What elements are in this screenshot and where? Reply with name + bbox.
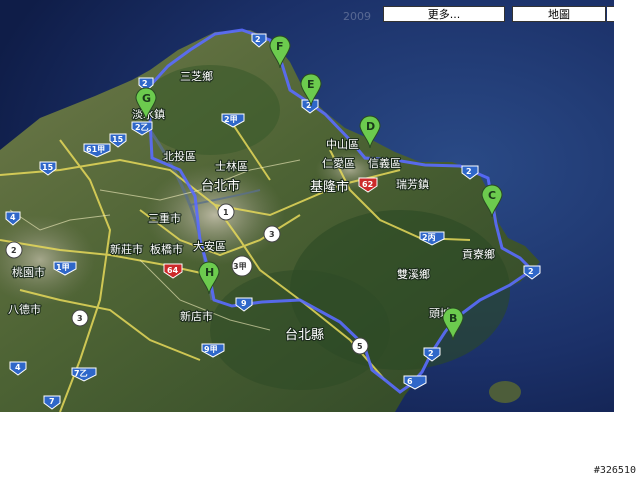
place-label: 中山區 [326,138,359,151]
svg-text:E: E [307,78,315,91]
svg-text:6: 6 [407,377,413,386]
road-shield: 5 [351,337,369,355]
svg-text:H: H [205,266,214,279]
map-type-button[interactable]: 地圖 [512,6,606,22]
svg-text:7: 7 [49,397,55,406]
place-label: 大安區 [193,239,226,253]
svg-text:2: 2 [528,267,534,276]
place-label: 三芝鄉 [180,70,213,83]
svg-text:2: 2 [142,79,148,88]
place-label: 台北市 [201,178,240,194]
road-shield: 3 [263,225,281,243]
svg-text:D: D [366,120,375,133]
svg-text:C: C [488,189,496,202]
place-label: 基隆市 [310,179,349,195]
svg-text:15: 15 [42,163,54,172]
svg-text:2: 2 [255,35,261,44]
place-label: 北投區 [163,149,196,163]
place-label: 八德市 [8,302,41,316]
svg-text:G: G [142,92,151,105]
map-type-button-edge[interactable] [607,6,614,22]
satellite-map[interactable]: 2009 三芝鄉 淡水鎮 北投區 士林區 台北市 三重市 新莊市 板橋市 大安區… [0,0,614,412]
svg-text:F: F [276,40,284,53]
place-label: 新莊市 [110,242,143,256]
place-label: 新店市 [180,309,213,323]
svg-text:1甲: 1甲 [56,263,70,272]
svg-text:4: 4 [15,363,21,372]
svg-text:3甲: 3甲 [233,262,247,271]
svg-text:B: B [449,312,457,325]
svg-text:2乙: 2乙 [135,123,149,132]
svg-text:3: 3 [77,314,83,323]
svg-text:2: 2 [11,246,17,255]
svg-text:2甲: 2甲 [224,115,238,124]
svg-text:9甲: 9甲 [204,345,218,354]
island [489,381,521,403]
road-shield: 3甲 [231,255,253,277]
image-id-label: #326510 [593,465,636,476]
place-label: 雙溪鄉 [397,268,430,281]
svg-text:7乙: 7乙 [74,369,88,378]
svg-text:3: 3 [269,230,275,239]
place-label: 三重市 [148,211,181,225]
svg-text:2丙: 2丙 [422,233,436,242]
place-label: 貢寮鄉 [462,247,495,261]
svg-text:15: 15 [112,135,124,144]
map-watermark: 2009 [343,10,371,23]
svg-text:4: 4 [10,213,16,222]
road-shield: 3 [71,309,89,327]
svg-text:62: 62 [362,180,373,189]
place-label: 板橋市 [150,242,183,256]
more-button[interactable]: 更多... [383,6,505,22]
svg-text:1: 1 [223,208,229,217]
svg-text:2: 2 [466,167,472,176]
road-shield: 2 [5,241,23,259]
svg-text:2: 2 [428,349,434,358]
svg-text:9: 9 [241,299,247,308]
svg-text:64: 64 [167,266,179,275]
place-label: 仁愛區 [322,157,355,170]
place-label: 信義區 [368,156,401,170]
place-label: 士林區 [215,159,248,173]
place-label: 瑞芳鎮 [396,177,429,191]
place-label: 台北縣 [285,328,324,343]
svg-text:61甲: 61甲 [86,145,105,154]
road-shield: 1 [217,203,235,221]
svg-text:5: 5 [357,342,363,351]
place-label: 桃園市 [12,265,45,279]
